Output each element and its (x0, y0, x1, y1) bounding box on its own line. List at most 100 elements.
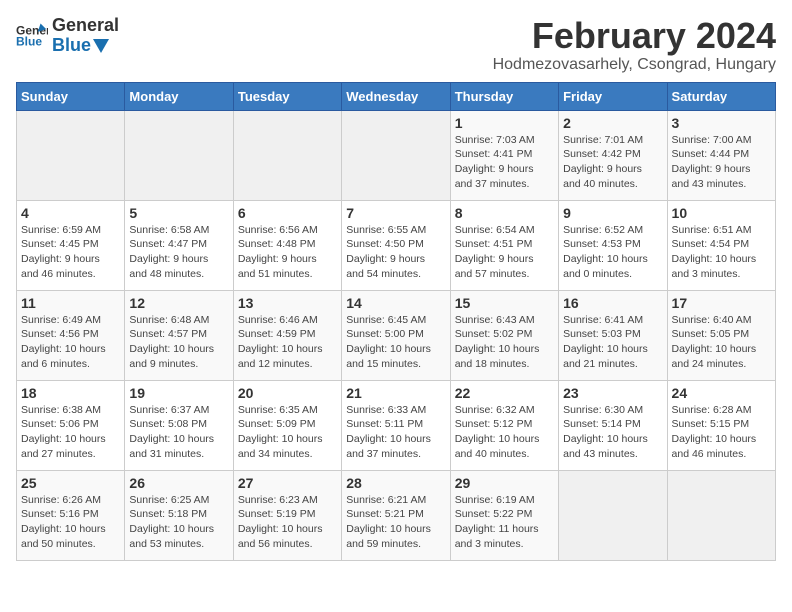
calendar-cell: 27 Sunrise: 6:23 AM Sunset: 5:19 PM Dayli… (233, 470, 341, 560)
day-info: Sunrise: 6:35 AM Sunset: 5:09 PM Dayligh… (238, 403, 337, 462)
day-info: Sunrise: 7:00 AM Sunset: 4:44 PM Dayligh… (672, 133, 771, 192)
day-info: Sunrise: 6:48 AM Sunset: 4:57 PM Dayligh… (129, 313, 228, 372)
day-info: Sunrise: 6:38 AM Sunset: 5:06 PM Dayligh… (21, 403, 120, 462)
day-info: Sunrise: 6:54 AM Sunset: 4:51 PM Dayligh… (455, 223, 554, 282)
calendar-cell (17, 110, 125, 200)
calendar-cell (559, 470, 667, 560)
calendar-cell: 21 Sunrise: 6:33 AM Sunset: 5:11 PM Dayli… (342, 380, 450, 470)
day-number: 12 (129, 295, 228, 311)
calendar-header-wednesday: Wednesday (342, 82, 450, 110)
calendar-week-row: 4Sunrise: 6:59 AM Sunset: 4:45 PM Daylig… (17, 200, 776, 290)
svg-text:Blue: Blue (16, 34, 42, 48)
calendar-cell: 22 Sunrise: 6:32 AM Sunset: 5:12 PM Dayli… (450, 380, 558, 470)
calendar-cell: 15 Sunrise: 6:43 AM Sunset: 5:02 PM Dayli… (450, 290, 558, 380)
logo-icon: General Blue (16, 20, 48, 52)
calendar-cell: 9 Sunrise: 6:52 AM Sunset: 4:53 PM Daylig… (559, 200, 667, 290)
calendar-cell: 26 Sunrise: 6:25 AM Sunset: 5:18 PM Dayli… (125, 470, 233, 560)
calendar-cell (233, 110, 341, 200)
day-info: Sunrise: 6:30 AM Sunset: 5:14 PM Dayligh… (563, 403, 662, 462)
day-info: Sunrise: 6:19 AM Sunset: 5:22 PM Dayligh… (455, 493, 554, 552)
calendar-table: SundayMondayTuesdayWednesdayThursdayFrid… (16, 82, 776, 561)
calendar-cell: 7Sunrise: 6:55 AM Sunset: 4:50 PM Daylig… (342, 200, 450, 290)
day-info: Sunrise: 7:03 AM Sunset: 4:41 PM Dayligh… (455, 133, 554, 192)
calendar-cell: 20 Sunrise: 6:35 AM Sunset: 5:09 PM Dayli… (233, 380, 341, 470)
calendar-cell: 24 Sunrise: 6:28 AM Sunset: 5:15 PM Dayli… (667, 380, 775, 470)
calendar-week-row: 1Sunrise: 7:03 AM Sunset: 4:41 PM Daylig… (17, 110, 776, 200)
day-number: 28 (346, 475, 445, 491)
calendar-subtitle: Hodmezovasarhely, Csongrad, Hungary (493, 56, 776, 74)
calendar-cell: 6 Sunrise: 6:56 AM Sunset: 4:48 PM Daylig… (233, 200, 341, 290)
calendar-cell: 17 Sunrise: 6:40 AM Sunset: 5:05 PM Dayli… (667, 290, 775, 380)
calendar-cell: 13 Sunrise: 6:46 AM Sunset: 4:59 PM Dayli… (233, 290, 341, 380)
calendar-header-row: SundayMondayTuesdayWednesdayThursdayFrid… (17, 82, 776, 110)
day-info: Sunrise: 6:58 AM Sunset: 4:47 PM Dayligh… (129, 223, 228, 282)
calendar-week-row: 25 Sunrise: 6:26 AM Sunset: 5:16 PM Dayli… (17, 470, 776, 560)
calendar-cell: 10Sunrise: 6:51 AM Sunset: 4:54 PM Dayli… (667, 200, 775, 290)
calendar-cell: 28 Sunrise: 6:21 AM Sunset: 5:21 PM Dayli… (342, 470, 450, 560)
day-info: Sunrise: 6:37 AM Sunset: 5:08 PM Dayligh… (129, 403, 228, 462)
day-info: Sunrise: 6:40 AM Sunset: 5:05 PM Dayligh… (672, 313, 771, 372)
day-number: 3 (672, 115, 771, 131)
calendar-cell: 23 Sunrise: 6:30 AM Sunset: 5:14 PM Dayli… (559, 380, 667, 470)
day-number: 24 (672, 385, 771, 401)
day-number: 10 (672, 205, 771, 221)
day-info: Sunrise: 6:33 AM Sunset: 5:11 PM Dayligh… (346, 403, 445, 462)
day-info: Sunrise: 6:28 AM Sunset: 5:15 PM Dayligh… (672, 403, 771, 462)
day-info: Sunrise: 6:46 AM Sunset: 4:59 PM Dayligh… (238, 313, 337, 372)
day-number: 25 (21, 475, 120, 491)
page-header: General Blue General Blue February 2024 … (16, 16, 776, 74)
calendar-title: February 2024 (493, 16, 776, 56)
day-info: Sunrise: 6:32 AM Sunset: 5:12 PM Dayligh… (455, 403, 554, 462)
calendar-header-tuesday: Tuesday (233, 82, 341, 110)
day-info: Sunrise: 6:43 AM Sunset: 5:02 PM Dayligh… (455, 313, 554, 372)
day-number: 9 (563, 205, 662, 221)
calendar-cell: 16Sunrise: 6:41 AM Sunset: 5:03 PM Dayli… (559, 290, 667, 380)
day-info: Sunrise: 6:25 AM Sunset: 5:18 PM Dayligh… (129, 493, 228, 552)
day-number: 23 (563, 385, 662, 401)
day-number: 20 (238, 385, 337, 401)
day-number: 6 (238, 205, 337, 221)
calendar-header-monday: Monday (125, 82, 233, 110)
day-number: 27 (238, 475, 337, 491)
calendar-cell: 3 Sunrise: 7:00 AM Sunset: 4:44 PM Daylig… (667, 110, 775, 200)
day-info: Sunrise: 6:59 AM Sunset: 4:45 PM Dayligh… (21, 223, 120, 282)
day-number: 22 (455, 385, 554, 401)
day-number: 8 (455, 205, 554, 221)
day-info: Sunrise: 6:45 AM Sunset: 5:00 PM Dayligh… (346, 313, 445, 372)
calendar-cell: 8 Sunrise: 6:54 AM Sunset: 4:51 PM Daylig… (450, 200, 558, 290)
day-info: Sunrise: 6:56 AM Sunset: 4:48 PM Dayligh… (238, 223, 337, 282)
day-info: Sunrise: 6:21 AM Sunset: 5:21 PM Dayligh… (346, 493, 445, 552)
calendar-cell (125, 110, 233, 200)
day-info: Sunrise: 6:49 AM Sunset: 4:56 PM Dayligh… (21, 313, 120, 372)
day-info: Sunrise: 7:01 AM Sunset: 4:42 PM Dayligh… (563, 133, 662, 192)
calendar-cell: 25 Sunrise: 6:26 AM Sunset: 5:16 PM Dayli… (17, 470, 125, 560)
calendar-cell: 18Sunrise: 6:38 AM Sunset: 5:06 PM Dayli… (17, 380, 125, 470)
calendar-header-thursday: Thursday (450, 82, 558, 110)
calendar-header-sunday: Sunday (17, 82, 125, 110)
calendar-header-saturday: Saturday (667, 82, 775, 110)
day-number: 17 (672, 295, 771, 311)
day-number: 26 (129, 475, 228, 491)
calendar-cell: 29Sunrise: 6:19 AM Sunset: 5:22 PM Dayli… (450, 470, 558, 560)
calendar-cell: 5 Sunrise: 6:58 AM Sunset: 4:47 PM Daylig… (125, 200, 233, 290)
day-number: 5 (129, 205, 228, 221)
day-info: Sunrise: 6:41 AM Sunset: 5:03 PM Dayligh… (563, 313, 662, 372)
calendar-cell: 14 Sunrise: 6:45 AM Sunset: 5:00 PM Dayli… (342, 290, 450, 380)
day-number: 13 (238, 295, 337, 311)
day-number: 15 (455, 295, 554, 311)
calendar-cell (342, 110, 450, 200)
calendar-week-row: 18Sunrise: 6:38 AM Sunset: 5:06 PM Dayli… (17, 380, 776, 470)
calendar-cell (667, 470, 775, 560)
day-number: 21 (346, 385, 445, 401)
day-number: 14 (346, 295, 445, 311)
calendar-cell: 12 Sunrise: 6:48 AM Sunset: 4:57 PM Dayli… (125, 290, 233, 380)
day-info: Sunrise: 6:26 AM Sunset: 5:16 PM Dayligh… (21, 493, 120, 552)
day-number: 2 (563, 115, 662, 131)
logo-arrow-icon (93, 39, 109, 53)
logo-general-text: General (52, 16, 119, 36)
day-info: Sunrise: 6:52 AM Sunset: 4:53 PM Dayligh… (563, 223, 662, 282)
logo: General Blue General Blue (16, 16, 119, 56)
calendar-week-row: 11Sunrise: 6:49 AM Sunset: 4:56 PM Dayli… (17, 290, 776, 380)
day-info: Sunrise: 6:23 AM Sunset: 5:19 PM Dayligh… (238, 493, 337, 552)
calendar-cell: 19Sunrise: 6:37 AM Sunset: 5:08 PM Dayli… (125, 380, 233, 470)
